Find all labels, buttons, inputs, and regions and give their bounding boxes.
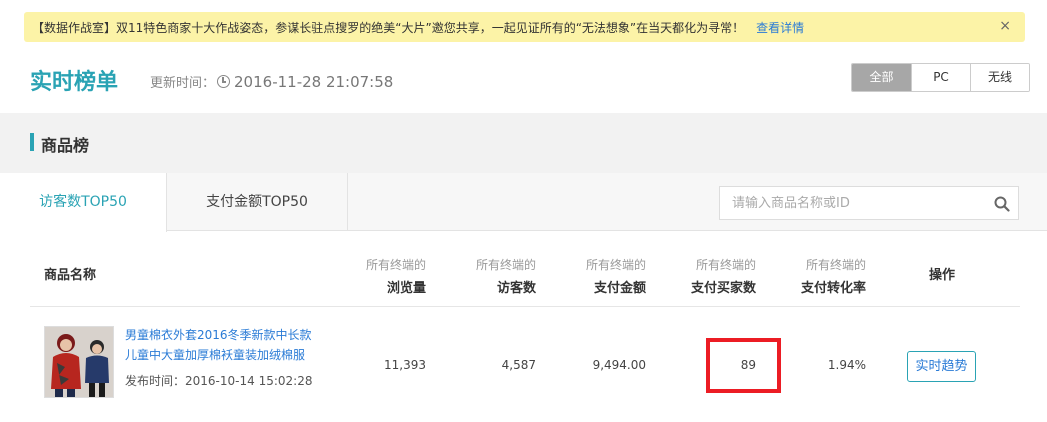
search-box	[719, 186, 1019, 220]
column-pv-label: 浏览量	[386, 281, 426, 296]
column-prefix: 所有终端的	[805, 258, 866, 272]
publish-label: 发布时间：	[125, 374, 186, 388]
column-conversion-label: 支付转化率	[800, 281, 866, 296]
realtime-trend-button[interactable]: 实时趋势	[907, 351, 976, 382]
tab-visitors-top50[interactable]: 访客数TOP50	[0, 173, 167, 232]
filter-all-button[interactable]: 全部	[852, 64, 911, 91]
column-prefix: 所有终端的	[585, 258, 646, 272]
filter-pc-button[interactable]: PC	[911, 64, 970, 91]
column-uv[interactable]: 所有终端的 访客数	[476, 256, 536, 296]
filter-wireless-button[interactable]: 无线	[970, 64, 1029, 91]
clock-icon	[217, 75, 231, 88]
update-time: 更新时间： 2016-11-28 21:07:58	[150, 72, 394, 92]
tab-payment-top50[interactable]: 支付金额TOP50	[167, 173, 348, 231]
column-pay-amount-label: 支付金额	[593, 281, 646, 296]
search-icon[interactable]	[994, 196, 1010, 212]
column-pay-amount[interactable]: 所有终端的 支付金额	[586, 256, 646, 296]
column-prefix: 所有终端的	[695, 258, 756, 272]
cell-pv: 11,393	[384, 358, 426, 372]
cell-uv: 4,587	[501, 358, 536, 372]
table-header: 商品名称 所有终端的 浏览量 所有终端的 访客数 所有终端的 支付金额 所有终端…	[30, 243, 1020, 307]
column-operation: 操作	[929, 268, 956, 283]
column-pv[interactable]: 所有终端的 浏览量	[366, 256, 426, 296]
product-image	[45, 327, 113, 397]
close-icon[interactable]: ×	[999, 18, 1011, 34]
update-time-value: 2016-11-28 21:07:58	[234, 72, 394, 91]
notice-text: 【数据作战室】双11特色商家十大作战姿态，参谋长驻点搜罗的绝美“大片”邀您共享，…	[32, 20, 745, 35]
column-conversion[interactable]: 所有终端的 支付转化率	[801, 256, 866, 296]
column-prefix: 所有终端的	[365, 258, 426, 272]
cell-pay-amount: 9,494.00	[592, 358, 646, 372]
publish-time: 发布时间：2016-10-14 15:02:28	[125, 372, 312, 389]
terminal-filter: 全部 PC 无线	[851, 63, 1030, 92]
update-label: 更新时间：	[150, 76, 216, 91]
column-prefix: 所有终端的	[475, 258, 536, 272]
highlight-box	[706, 338, 781, 393]
section-title: 商品榜	[41, 136, 90, 155]
table-row: 男童棉衣外套2016冬季新款中长款儿童中大童加厚棉袄童装加绒棉服 发布时间：20…	[30, 308, 1020, 416]
cell-conversion: 1.94%	[827, 358, 866, 372]
section-header: 商品榜	[0, 113, 1047, 173]
column-buyers-label: 支付买家数	[690, 281, 756, 296]
notice-details-link[interactable]: 查看详情	[756, 19, 804, 36]
column-buyers[interactable]: 所有终端的 支付买家数	[691, 256, 756, 296]
publish-time-value: 2016-10-14 15:02:28	[185, 374, 313, 388]
section-accent-bar	[30, 133, 34, 151]
ranking-tabs: 访客数TOP50 支付金额TOP50	[0, 173, 1047, 232]
search-input[interactable]	[720, 187, 980, 219]
page-title: 实时榜单	[30, 70, 119, 95]
product-name-link[interactable]: 男童棉衣外套2016冬季新款中长款儿童中大童加厚棉袄童装加绒棉服	[125, 325, 315, 365]
column-uv-label: 访客数	[496, 281, 536, 296]
column-product-name: 商品名称	[44, 268, 97, 283]
product-thumbnail[interactable]	[44, 326, 114, 398]
page: 【数据作战室】双11特色商家十大作战姿态，参谋长驻点搜罗的绝美“大片”邀您共享，…	[0, 0, 1047, 422]
notice-bar: 【数据作战室】双11特色商家十大作战姿态，参谋长驻点搜罗的绝美“大片”邀您共享，…	[24, 12, 1025, 42]
